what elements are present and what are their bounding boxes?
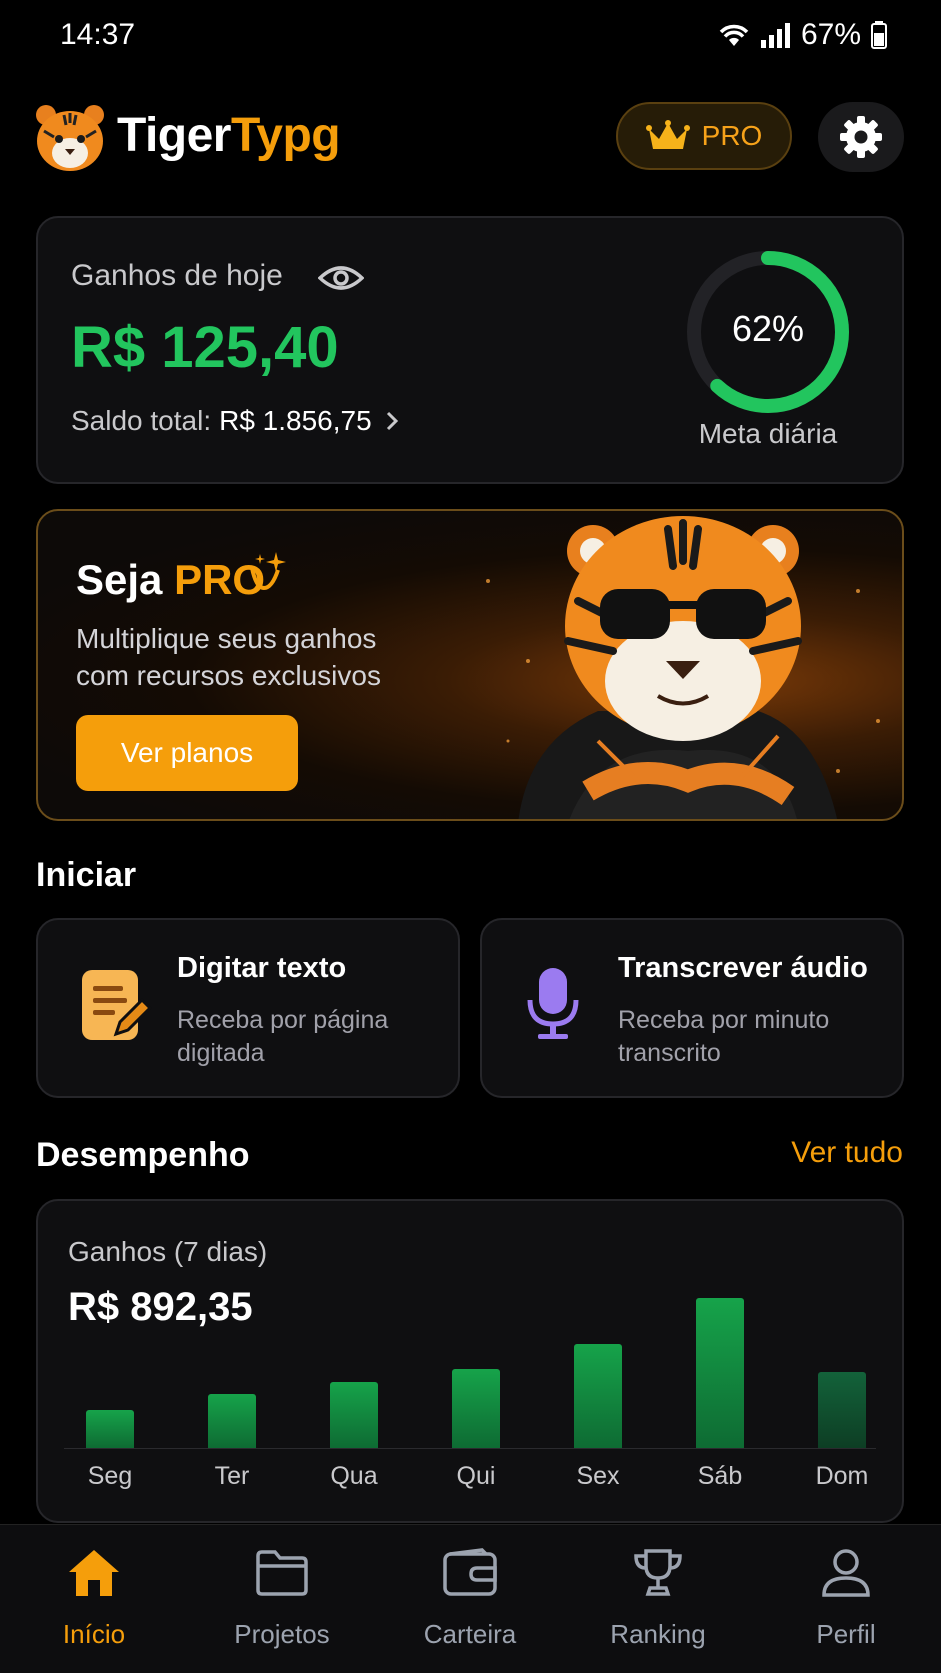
- nav-profile-label: Perfil: [816, 1619, 876, 1649]
- promo-subtitle-line-2: com recursos exclusivos: [76, 660, 381, 691]
- chart-bar-ter: [208, 1394, 256, 1448]
- chart-bar-dom: [818, 1372, 866, 1448]
- chart-label-qui: Qui: [456, 1462, 496, 1490]
- gear-icon: [840, 116, 882, 158]
- chart-label-qua: Qua: [330, 1462, 378, 1490]
- chart-bar-sex: [574, 1344, 622, 1448]
- chevron-right-icon: [386, 411, 398, 431]
- tiger-mascot-image: [486, 516, 880, 819]
- promo-title-a: Seja: [76, 556, 163, 603]
- status-icons: 67%: [717, 18, 887, 52]
- app-logo-text: TigerTypg: [117, 108, 341, 163]
- chart-label-seg: Seg: [87, 1462, 133, 1490]
- promo-subtitle-line-1: Multiplique seus ganhos: [76, 623, 377, 654]
- crown-icon: [645, 120, 690, 149]
- earnings-amount: R$ 125,40: [71, 315, 339, 380]
- nav-home[interactable]: Início: [0, 1548, 188, 1650]
- start-section-title: Iniciar: [36, 856, 137, 894]
- logo-part-a: Tiger: [117, 109, 231, 162]
- nav-ranking-label: Ranking: [610, 1619, 706, 1649]
- nav-projects[interactable]: Projetos: [188, 1548, 376, 1650]
- goal-percent: 62%: [731, 308, 805, 349]
- signal-icon: [760, 23, 790, 48]
- chart-label-sáb: Sáb: [697, 1462, 743, 1490]
- transcribe-audio-subtitle-line-1: Receba por minuto: [618, 1006, 830, 1034]
- logo-part-b: Typg: [230, 109, 341, 162]
- transcribe-audio-subtitle: Receba por minuto transcrito: [618, 1004, 868, 1070]
- battery-percent: 67%: [800, 18, 861, 51]
- nav-wallet-label: Carteira: [423, 1619, 517, 1649]
- earnings-label: Ganhos de hoje: [71, 259, 283, 292]
- chart-label-ter: Ter: [214, 1462, 250, 1490]
- type-text-subtitle-line-1: Receba por página: [177, 1006, 389, 1034]
- type-text-subtitle-line-2: digitada: [177, 1039, 265, 1067]
- pro-button[interactable]: PRO: [616, 102, 792, 170]
- trophy-icon: [634, 1549, 682, 1596]
- chart-bar-qui: [452, 1369, 500, 1448]
- folder-icon: [256, 1550, 308, 1596]
- nav-home-label: Início: [62, 1619, 126, 1649]
- sparkle-icon: [250, 552, 286, 591]
- type-text-title: Digitar texto: [177, 952, 347, 984]
- performance-total: R$ 892,35: [68, 1285, 253, 1329]
- goal-label: Meta diária: [698, 418, 838, 449]
- chart-label-dom: Dom: [815, 1462, 869, 1490]
- tiger-logo-icon: [36, 105, 104, 171]
- nav-ranking[interactable]: Ranking: [564, 1548, 752, 1650]
- performance-label: Ganhos (7 dias): [68, 1236, 268, 1267]
- see-plans-button[interactable]: Ver planos: [76, 715, 298, 791]
- battery-icon: [871, 21, 887, 49]
- chart-baseline: [64, 1448, 876, 1449]
- balance-link[interactable]: Saldo total: R$ 1.856,75: [71, 405, 402, 437]
- performance-section-title: Desempenho: [36, 1136, 250, 1174]
- balance-label: Saldo total:: [71, 405, 212, 436]
- user-icon: [822, 1549, 870, 1597]
- nav-profile[interactable]: Perfil: [752, 1548, 940, 1650]
- status-time: 14:37: [60, 18, 136, 51]
- pro-label: PRO: [701, 120, 763, 151]
- balance-value: R$ 1.856,75: [219, 405, 372, 436]
- document-edit-icon: [82, 970, 152, 1040]
- chart-bar-sáb: [696, 1298, 744, 1448]
- chart-label-sex: Sex: [576, 1462, 620, 1490]
- promo-subtitle: Multiplique seus ganhos com recursos exc…: [76, 620, 456, 694]
- transcribe-audio-title: Transcrever áudio: [618, 952, 868, 984]
- wifi-icon: [719, 24, 749, 46]
- promo-title: Seja PRO: [76, 556, 265, 604]
- chart-bar-qua: [330, 1382, 378, 1448]
- settings-button[interactable]: [818, 102, 904, 172]
- transcribe-audio-subtitle-line-2: transcrito: [618, 1039, 721, 1067]
- home-icon: [69, 1550, 119, 1596]
- nav-projects-label: Projetos: [234, 1619, 330, 1649]
- see-all-link[interactable]: Ver tudo: [791, 1136, 903, 1170]
- microphone-icon: [527, 968, 579, 1039]
- type-text-subtitle: Receba por página digitada: [177, 1004, 427, 1070]
- chart-bar-seg: [86, 1410, 134, 1448]
- wallet-icon: [443, 1548, 497, 1596]
- nav-wallet[interactable]: Carteira: [376, 1548, 564, 1650]
- eye-icon[interactable]: [318, 260, 364, 296]
